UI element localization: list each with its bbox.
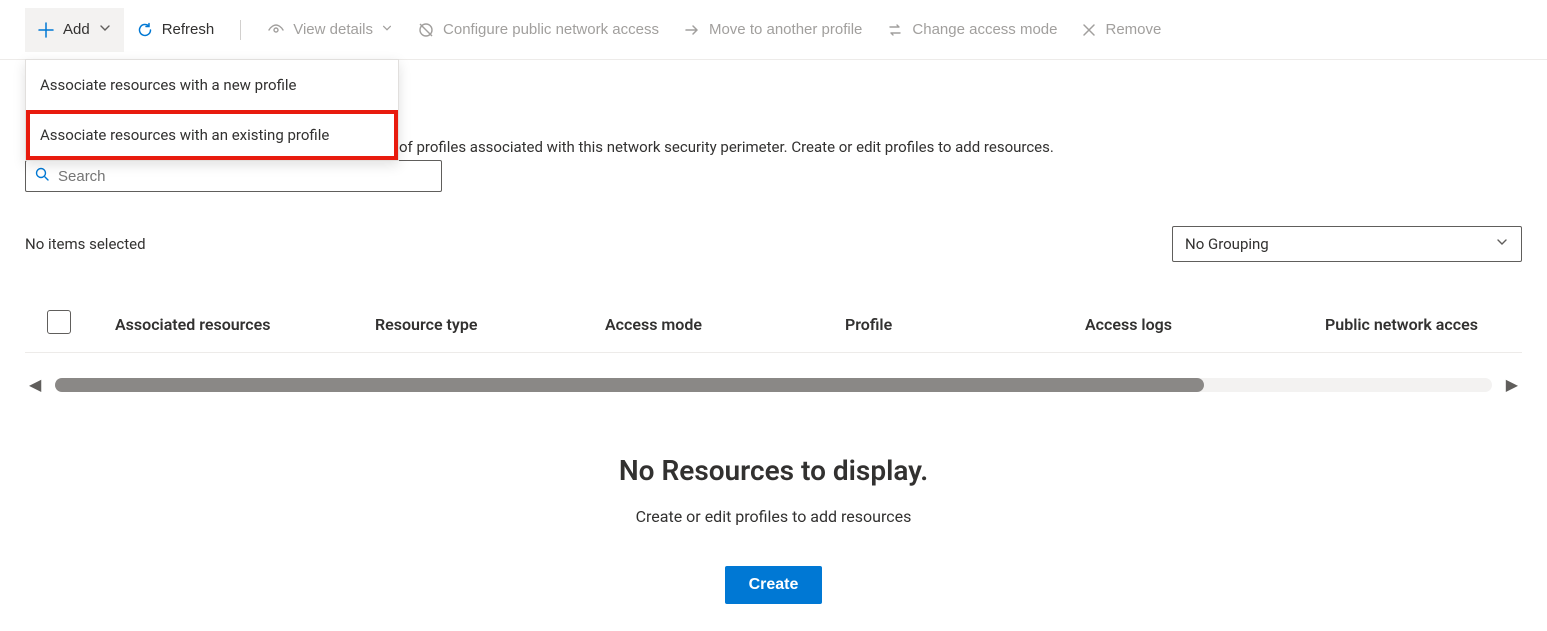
view-details-button[interactable]: View details bbox=[255, 8, 405, 52]
empty-state: No Resources to display. Create or edit … bbox=[25, 454, 1522, 604]
selection-status: No items selected bbox=[25, 235, 146, 253]
add-label: Add bbox=[63, 21, 90, 38]
close-icon bbox=[1081, 22, 1097, 38]
scroll-left-icon[interactable]: ◀ bbox=[25, 375, 45, 394]
col-access-logs[interactable]: Access logs bbox=[1085, 315, 1325, 334]
chevron-down-icon bbox=[98, 21, 112, 39]
empty-subtext: Create or edit profiles to add resources bbox=[25, 507, 1522, 526]
chevron-down-icon bbox=[381, 21, 393, 38]
menu-item-existing-profile[interactable]: Associate resources with an existing pro… bbox=[26, 110, 398, 160]
refresh-icon bbox=[136, 21, 154, 39]
configure-label: Configure public network access bbox=[443, 21, 659, 38]
table-header: Associated resources Resource type Acces… bbox=[25, 296, 1522, 353]
move-label: Move to another profile bbox=[709, 21, 862, 38]
view-details-label: View details bbox=[293, 21, 373, 38]
grouping-dropdown[interactable]: No Grouping bbox=[1172, 226, 1522, 262]
scroll-thumb[interactable] bbox=[55, 378, 1204, 392]
search-input[interactable] bbox=[58, 168, 433, 185]
col-resource-type[interactable]: Resource type bbox=[375, 315, 605, 334]
add-dropdown: Associate resources with a new profile A… bbox=[25, 59, 399, 161]
chevron-down-icon bbox=[1495, 235, 1509, 253]
col-profile[interactable]: Profile bbox=[845, 315, 1085, 334]
move-button[interactable]: Move to another profile bbox=[671, 8, 874, 52]
change-access-label: Change access mode bbox=[912, 21, 1057, 38]
remove-label: Remove bbox=[1105, 21, 1161, 38]
refresh-label: Refresh bbox=[162, 21, 215, 38]
plus-icon bbox=[37, 21, 55, 39]
change-access-button[interactable]: Change access mode bbox=[874, 8, 1069, 52]
description-text: of profiles associated with this network… bbox=[399, 138, 1054, 156]
refresh-button[interactable]: Refresh bbox=[124, 8, 227, 52]
grouping-selected: No Grouping bbox=[1185, 235, 1269, 253]
scroll-track[interactable] bbox=[55, 378, 1491, 392]
separator bbox=[240, 20, 241, 40]
menu-item-new-profile[interactable]: Associate resources with a new profile bbox=[26, 60, 398, 110]
create-button[interactable]: Create bbox=[725, 566, 823, 604]
col-public-network[interactable]: Public network acces bbox=[1325, 315, 1547, 334]
empty-heading: No Resources to display. bbox=[25, 454, 1522, 487]
search-icon bbox=[34, 166, 50, 186]
network-icon bbox=[417, 21, 435, 39]
command-bar: Add Refresh View details Configure publi… bbox=[0, 0, 1547, 60]
add-button[interactable]: Add bbox=[25, 8, 124, 52]
swap-icon bbox=[886, 21, 904, 39]
scroll-right-icon[interactable]: ▶ bbox=[1502, 375, 1522, 394]
arrow-right-icon bbox=[683, 21, 701, 39]
col-associated[interactable]: Associated resources bbox=[115, 315, 375, 334]
search-box[interactable] bbox=[25, 160, 442, 192]
select-all-checkbox[interactable] bbox=[47, 310, 71, 334]
eye-icon bbox=[267, 21, 285, 39]
configure-button[interactable]: Configure public network access bbox=[405, 8, 671, 52]
remove-button[interactable]: Remove bbox=[1069, 8, 1173, 52]
col-access-mode[interactable]: Access mode bbox=[605, 315, 845, 334]
horizontal-scrollbar[interactable]: ◀ ▶ bbox=[25, 375, 1522, 394]
